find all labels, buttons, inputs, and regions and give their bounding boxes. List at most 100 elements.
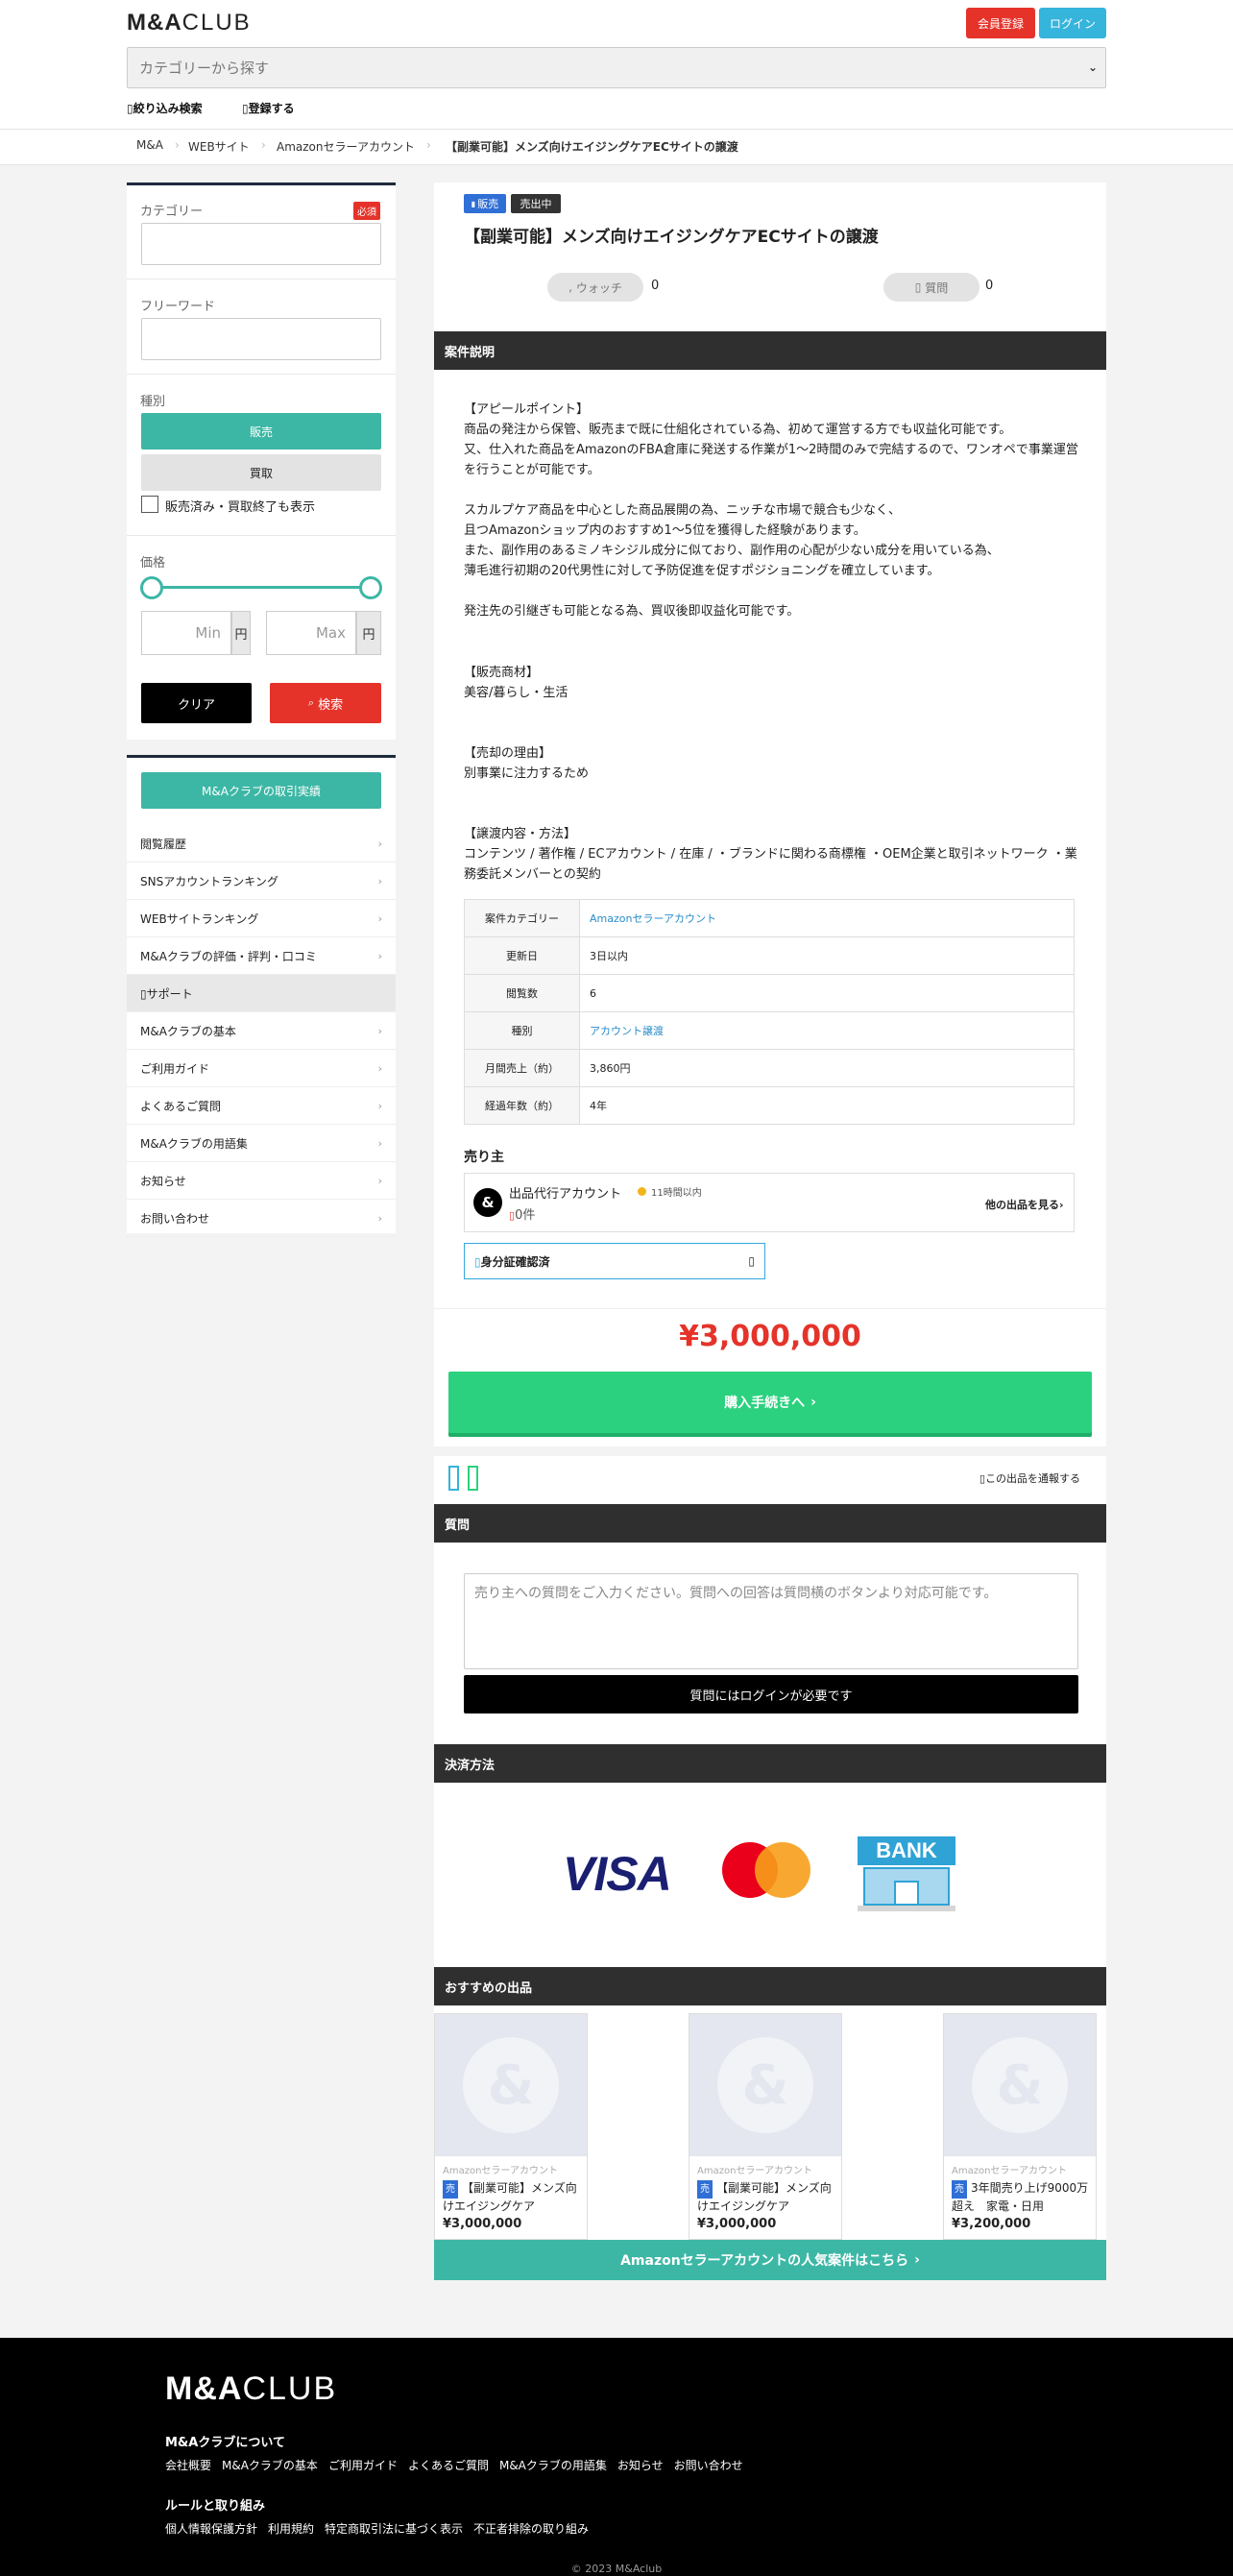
question-textarea[interactable]: 売り主への質問をご入力ください。質問への回答は質問横のボタンより対応可能です。	[464, 1573, 1078, 1669]
footer-logo[interactable]: M&A CLUB	[165, 2370, 337, 2408]
chevron-right-icon: ›	[914, 2252, 920, 2268]
sidebar-item-glossary[interactable]: M&Aクラブの用語集 ›	[127, 1125, 396, 1162]
table-row: 月間売上（約） 3,860円	[464, 1049, 1075, 1087]
info-value: 4年	[579, 1086, 1075, 1125]
seller-more-link[interactable]: 他の出品を見る›	[985, 1197, 1064, 1212]
question-count: 0	[985, 279, 994, 293]
sidebar-item-news[interactable]: お知らせ ›	[127, 1162, 396, 1200]
card-image: &	[689, 2014, 841, 2156]
sidebar-item-contact[interactable]: お問い合わせ ›	[127, 1200, 396, 1237]
bank-icon: BANK	[858, 1836, 955, 1911]
type-sell-button[interactable]: 販売	[141, 413, 381, 450]
nav-label: M&Aクラブの基本	[140, 1024, 236, 1038]
clear-button[interactable]: クリア	[141, 683, 252, 723]
yen-unit: 円	[356, 611, 381, 655]
report-link[interactable]: ▯この出品を通報する	[979, 1470, 1080, 1486]
show-closed-checkbox[interactable]	[141, 496, 158, 513]
nav-label: M&Aクラブの用語集	[140, 1136, 248, 1151]
footer-link[interactable]: よくあるご質問	[408, 2457, 489, 2473]
chevron-down-icon: ⌄	[1087, 61, 1098, 74]
footer-link[interactable]: 不正者排除の取り組み	[473, 2520, 589, 2537]
table-row: 経過年数（約） 4年	[464, 1086, 1075, 1125]
type-buy-button[interactable]: 買取	[141, 454, 381, 491]
card-title: 売 3年間売り上げ9000万超え 家電・日用	[944, 2176, 1096, 2215]
footer-rules-links: 個人情報保護方針 利用規約 特定商取引法に基づく表示 不正者排除の取り組み	[165, 2520, 589, 2537]
card-title-text: 【副業可能】メンズ向けエイジングケア	[443, 2181, 577, 2213]
sidebar-item-basics[interactable]: M&Aクラブの基本 ›	[127, 1012, 396, 1050]
sidebar-item-guide[interactable]: ご利用ガイド ›	[127, 1050, 396, 1087]
footer-link[interactable]: お問い合わせ	[674, 2457, 743, 2473]
breadcrumb-item[interactable]: M&A	[136, 138, 163, 152]
support-icon: ▯	[140, 986, 147, 1001]
verify-text: 身分証確認済	[480, 1254, 550, 1269]
login-button[interactable]: ログイン	[1039, 8, 1106, 38]
seller-rating: ▯0件	[509, 1204, 535, 1223]
chevron-right-icon: ›	[377, 911, 382, 925]
recommend-card[interactable]: & Amazonセラーアカウント 売【副業可能】メンズ向けエイジングケア ¥3,…	[689, 2013, 842, 2240]
mastercard-logo	[755, 1842, 810, 1898]
breadcrumb-item[interactable]: WEBサイト	[188, 138, 250, 155]
footer-link[interactable]: 利用規約	[268, 2520, 314, 2537]
footer-link[interactable]: 個人情報保護方針	[165, 2520, 257, 2537]
breadcrumb-current: 【副業可能】メンズ向けエイジングケアECサイトの譲渡	[446, 140, 738, 154]
description-header: 案件説明	[434, 331, 1106, 370]
card-category: Amazonセラーアカウント	[697, 2166, 813, 2176]
sidebar-item-reviews[interactable]: M&Aクラブの評価・評判・口コミ ›	[127, 937, 396, 975]
price-min-input[interactable]: Min	[141, 611, 231, 655]
sidebar-item-sns-ranking[interactable]: SNSアカウントランキング ›	[127, 863, 396, 900]
info-key: 月間売上（約）	[464, 1049, 580, 1087]
info-value: 6	[579, 974, 1075, 1012]
info-value-link[interactable]: アカウント譲渡	[579, 1011, 1075, 1050]
question-login-button[interactable]: 質問にはログインが必要です	[464, 1675, 1078, 1713]
track-record-button[interactable]: M&Aクラブの取引実績	[141, 772, 381, 809]
watch-button[interactable]: , ウォッチ	[547, 273, 643, 302]
recommend-card[interactable]: & Amazonセラーアカウント 売【副業可能】メンズ向けエイジングケア ¥3,…	[434, 2013, 588, 2240]
footer-link[interactable]: お知らせ	[617, 2457, 664, 2473]
sidebar-item-history[interactable]: 閲覧履歴 ›	[127, 825, 396, 863]
info-value-link[interactable]: Amazonセラーアカウント	[579, 899, 1075, 937]
search-button[interactable]: ⌕ 検索	[270, 683, 381, 723]
filter-search-link[interactable]: ▯絞り込み検索	[127, 100, 203, 116]
sidebar-item-web-ranking[interactable]: WEBサイトランキング ›	[127, 900, 396, 937]
footer-link[interactable]: M&Aクラブの基本	[222, 2457, 318, 2473]
table-row: 案件カテゴリー Amazonセラーアカウント	[464, 899, 1075, 937]
purchase-button[interactable]: 購入手続きへ ›	[448, 1372, 1092, 1433]
popular-listings-button[interactable]: Amazonセラーアカウントの人気案件はこちら ›	[434, 2240, 1106, 2280]
description-transfer: 【譲渡内容・方法】 コンテンツ / 著作権 / ECアカウント / 在庫 / ・…	[464, 827, 1077, 882]
type-label: 種別	[140, 395, 166, 409]
freeword-field[interactable]	[141, 318, 381, 360]
listing-price: ¥3,000,000	[679, 1320, 861, 1353]
chevron-right-icon: ›	[377, 1061, 382, 1075]
sidebar-item-faq[interactable]: よくあるご質問 ›	[127, 1087, 396, 1125]
question-button[interactable]: ▯ 質問	[883, 273, 979, 302]
footer-rules-heading: ルールと取り組み	[165, 2499, 266, 2514]
copyright: © 2023 M&Aclub	[570, 2563, 663, 2575]
footer-link[interactable]: 会社概要	[165, 2457, 211, 2473]
breadcrumb-item[interactable]: Amazonセラーアカウント	[277, 138, 415, 155]
footer-link[interactable]: 特定商取引法に基づく表示	[325, 2520, 463, 2537]
pencil-icon: ▯	[242, 102, 249, 115]
description-reason: 【売却の理由】 別事業に注力するため	[464, 746, 590, 781]
share-icon[interactable]	[448, 1466, 459, 1491]
price-max-input[interactable]: Max	[266, 611, 356, 655]
price-slider-max-handle[interactable]	[359, 576, 382, 599]
info-value: 3,860円	[579, 1049, 1075, 1087]
identity-verified-box: ▯身分証確認済 ▯	[464, 1243, 765, 1279]
category-field[interactable]	[141, 223, 381, 265]
share-icon[interactable]	[468, 1466, 478, 1491]
register-button[interactable]: 会員登録	[966, 8, 1035, 38]
footer-link[interactable]: ご利用ガイド	[328, 2457, 398, 2473]
nav-label: SNSアカウントランキング	[140, 874, 278, 888]
site-footer: M&A CLUB M&Aクラブについて 会社概要 M&Aクラブの基本 ご利用ガイド…	[0, 2338, 1233, 2576]
register-link[interactable]: ▯登録する	[242, 100, 295, 116]
side-navigation: M&Aクラブの取引実績 閲覧履歴 › SNSアカウントランキング › WEBサイトラ…	[127, 755, 396, 1237]
card-title-text: 【副業可能】メンズ向けエイジングケア	[697, 2181, 832, 2213]
footer-link[interactable]: M&Aクラブの用語集	[499, 2457, 607, 2473]
card-price: ¥3,200,000	[952, 2217, 1031, 2231]
logo-main: M&A	[127, 10, 182, 36]
seller-name[interactable]: 出品代行アカウント	[509, 1183, 621, 1202]
recommend-card[interactable]: & Amazonセラーアカウント 売 3年間売り上げ9000万超え 家電・日用 ¥…	[943, 2013, 1097, 2240]
price-slider-min-handle[interactable]	[140, 576, 163, 599]
site-logo[interactable]: M&A CLUB	[127, 10, 252, 36]
category-search-input[interactable]: カテゴリーから探す ⌄	[127, 47, 1106, 88]
